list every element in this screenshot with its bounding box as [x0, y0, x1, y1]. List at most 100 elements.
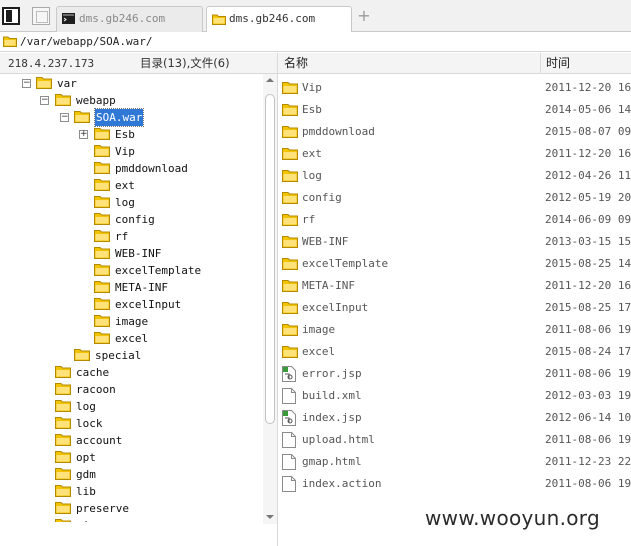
file-name: gmap.html: [302, 455, 362, 468]
path-bar[interactable]: /var/webapp/SOA.war/: [0, 32, 631, 52]
collapse-icon[interactable]: −: [22, 79, 31, 88]
collapse-icon[interactable]: −: [60, 113, 69, 122]
tree-node[interactable]: racoon: [0, 381, 263, 398]
file-row[interactable]: ext 2011-12-20 16:3: [278, 143, 631, 165]
expand-icon[interactable]: +: [79, 130, 88, 139]
tree-node[interactable]: log: [0, 398, 263, 415]
scroll-up-arrow-icon[interactable]: [266, 78, 274, 82]
folder-icon: [3, 36, 17, 47]
new-tab-button[interactable]: +: [357, 8, 371, 24]
file-row[interactable]: excelTemplate 2015-08-25 14:5: [278, 253, 631, 275]
tree-node-label[interactable]: lib: [76, 483, 96, 500]
file-row[interactable]: gmap.html 2011-12-23 22:: [278, 451, 631, 473]
tab-terminal[interactable]: dms.gb246.com: [56, 6, 203, 32]
file-row[interactable]: upload.html 2011-08-06 19:: [278, 429, 631, 451]
tree-node[interactable]: lib: [0, 483, 263, 500]
file-row[interactable]: error.jsp 2011-08-06 19:: [278, 363, 631, 385]
scrollbar-thumb[interactable]: [265, 94, 275, 424]
tree-scrollbar[interactable]: [263, 74, 277, 524]
tree-node-label[interactable]: rf: [115, 228, 128, 245]
tree-node-label[interactable]: webapp: [76, 92, 116, 109]
file-row[interactable]: WEB-INF 2013-03-15 15:: [278, 231, 631, 253]
tree-node-label[interactable]: log: [76, 398, 96, 415]
tree-node-label[interactable]: Esb: [115, 126, 135, 143]
file-row[interactable]: Esb 2014-05-06 14:5: [278, 99, 631, 121]
tree-node[interactable]: nis: [0, 517, 263, 522]
tree-node-label[interactable]: cache: [76, 364, 109, 381]
tree-node[interactable]: preserve: [0, 500, 263, 517]
tree-node-label[interactable]: excelTemplate: [115, 262, 201, 279]
tree-node[interactable]: excel: [0, 330, 263, 347]
tree-node[interactable]: opt: [0, 449, 263, 466]
tree-node[interactable]: log: [0, 194, 263, 211]
tree-node[interactable]: rf: [0, 228, 263, 245]
file-row[interactable]: excelInput 2015-08-25 17:1: [278, 297, 631, 319]
column-separator[interactable]: [540, 53, 541, 74]
tree-node[interactable]: META-INF: [0, 279, 263, 296]
current-path[interactable]: /var/webapp/SOA.war/: [20, 35, 152, 48]
tree-node-label[interactable]: lock: [76, 415, 103, 432]
tree-node-label[interactable]: Vip: [115, 143, 135, 160]
tree-node-label[interactable]: WEB-INF: [115, 245, 161, 262]
tree-node-label[interactable]: nis: [76, 517, 96, 522]
panel-toggle-button[interactable]: [2, 7, 20, 25]
tree-node[interactable]: config: [0, 211, 263, 228]
file-row[interactable]: build.xml 2012-03-03 19:: [278, 385, 631, 407]
tree-node-label[interactable]: SOA.war: [93, 108, 145, 127]
file-time: 2012-06-14 10:: [545, 411, 631, 424]
tree-node[interactable]: WEB-INF: [0, 245, 263, 262]
file-row[interactable]: config 2012-05-19 20:1: [278, 187, 631, 209]
file-row[interactable]: META-INF 2011-12-20 16:3: [278, 275, 631, 297]
file-row[interactable]: Vip 2011-12-20 16:3: [278, 77, 631, 99]
tree-node[interactable]: excelInput: [0, 296, 263, 313]
tree-node[interactable]: image: [0, 313, 263, 330]
tree-node[interactable]: account: [0, 432, 263, 449]
directory-tree: − var − webapp − SOA.war + Esb Vip pmddownload ext…: [0, 74, 263, 522]
tree-node-label[interactable]: account: [76, 432, 122, 449]
tree-node-label[interactable]: excel: [115, 330, 148, 347]
tab-file-manager[interactable]: dms.gb246.com: [206, 6, 352, 33]
tree-node-label[interactable]: racoon: [76, 381, 116, 398]
tree-node-label[interactable]: ext: [115, 177, 135, 194]
tree-node-label[interactable]: excelInput: [115, 296, 181, 313]
tree-node-label[interactable]: var: [57, 75, 77, 92]
file-name: index.action: [302, 477, 382, 490]
tree-node[interactable]: gdm: [0, 466, 263, 483]
tree-node-label[interactable]: log: [115, 194, 135, 211]
tree-node[interactable]: cache: [0, 364, 263, 381]
file-row[interactable]: pmddownload 2015-08-07 09:2: [278, 121, 631, 143]
file-row[interactable]: log 2012-04-26 11:5: [278, 165, 631, 187]
file-row[interactable]: rf 2014-06-09 09:: [278, 209, 631, 231]
tree-node-label[interactable]: config: [115, 211, 155, 228]
file-row[interactable]: image 2011-08-06 19:4: [278, 319, 631, 341]
tree-node[interactable]: lock: [0, 415, 263, 432]
window-button[interactable]: [32, 7, 50, 25]
tree-node[interactable]: pmddownload: [0, 160, 263, 177]
tree-node-label[interactable]: image: [115, 313, 148, 330]
tree-node[interactable]: + Esb: [0, 126, 263, 143]
tree-node[interactable]: special: [0, 347, 263, 364]
file-name: ext: [302, 147, 322, 160]
tree-node-label[interactable]: preserve: [76, 500, 129, 517]
tree-node-label[interactable]: special: [95, 347, 141, 364]
tree-node-label[interactable]: opt: [76, 449, 96, 466]
collapse-icon[interactable]: −: [40, 96, 49, 105]
file-name: error.jsp: [302, 367, 362, 380]
column-header-time[interactable]: 时间: [546, 53, 570, 74]
tree-node-label[interactable]: META-INF: [115, 279, 168, 296]
tree-node[interactable]: − SOA.war: [0, 108, 263, 127]
file-name: pmddownload: [302, 125, 375, 138]
column-header-name[interactable]: 名称: [284, 53, 308, 74]
tree-node[interactable]: ext: [0, 177, 263, 194]
tree-node-label[interactable]: gdm: [76, 466, 96, 483]
file-row[interactable]: index.jsp 2012-06-14 10:: [278, 407, 631, 429]
file-row[interactable]: index.action 2011-08-06 19:: [278, 473, 631, 495]
tree-node[interactable]: Vip: [0, 143, 263, 160]
scroll-down-arrow-icon[interactable]: [266, 515, 274, 519]
tree-node[interactable]: − webapp: [0, 92, 263, 109]
tree-node[interactable]: − var: [0, 75, 263, 92]
tree-node-label[interactable]: pmddownload: [115, 160, 188, 177]
tree-node[interactable]: excelTemplate: [0, 262, 263, 279]
file-row[interactable]: excel 2015-08-24 17:5: [278, 341, 631, 363]
file-name: WEB-INF: [302, 235, 349, 248]
